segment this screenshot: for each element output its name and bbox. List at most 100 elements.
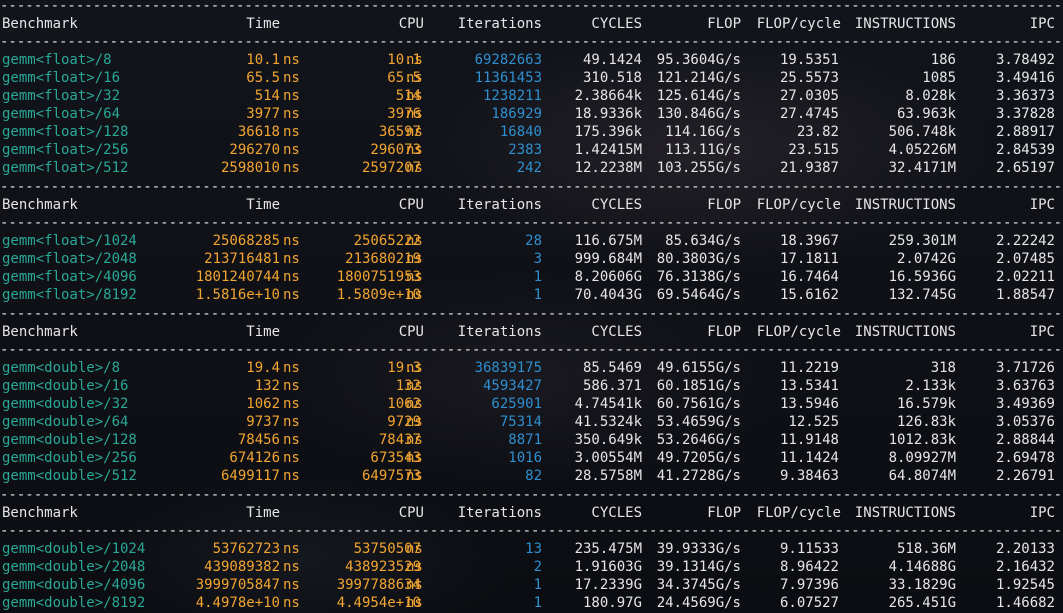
flop-per-cycle-value: 11.2219 (779, 360, 839, 376)
header-benchmark: Benchmark (2, 197, 78, 213)
iterations-value: 4593427 (482, 378, 542, 394)
benchmark-name: gemm<double>/8192 (2, 595, 146, 611)
instructions-value: 186 (930, 52, 956, 68)
benchmark-name: gemm<float>/512 (2, 160, 129, 176)
benchmark-row: gemm<double>/512 6499117 ns 6497573 ns 82 28.5… (0, 467, 1063, 485)
separator-line: ----------------------------------------… (0, 487, 1063, 503)
iterations-value: 3 (533, 251, 542, 267)
benchmark-name: gemm<double>/512 (2, 468, 137, 484)
cpu-unit: ns (406, 378, 423, 394)
flop-value: 113.11G/s (665, 142, 741, 158)
benchmark-name: gemm<double>/1024 (2, 541, 146, 557)
header-time: Time (246, 16, 280, 32)
header-ipc: IPC (1029, 16, 1055, 32)
separator-line: ----------------------------------------… (0, 34, 1063, 50)
instructions-value: 63.963k (896, 106, 956, 122)
flop-per-cycle-value: 8.96422 (779, 559, 839, 575)
cycles-value: 2.38664k (574, 88, 642, 104)
flop-per-cycle-value: 11.9148 (779, 432, 839, 448)
instructions-value: 16.579k (896, 396, 956, 412)
flop-value: 49.7205G/s (656, 450, 741, 466)
time-unit: ns (283, 70, 300, 86)
benchmark-row: gemm<double>/32 1062 ns 1062 ns 625901 4.74541… (0, 395, 1063, 413)
iterations-value: 1016 (508, 450, 542, 466)
time-unit: ns (283, 52, 300, 68)
cycles-value: 1.42415M (574, 142, 642, 158)
flop-per-cycle-value: 17.1811 (779, 251, 839, 267)
cycles-value: 41.5324k (574, 414, 642, 430)
time-unit: ns (283, 233, 300, 249)
flop-value: 114.16G/s (665, 124, 741, 140)
benchmark-name: gemm<double>/16 (2, 378, 129, 394)
benchmark-row: gemm<float>/4096 1801240744 ns 1800751953 ns… (0, 268, 1063, 286)
instructions-value: 8.028k (905, 88, 956, 104)
cycles-value: 116.675M (574, 233, 642, 249)
flop-value: 34.3745G/s (656, 577, 741, 593)
header-benchmark: Benchmark (2, 324, 78, 340)
cycles-value: 999.684M (574, 251, 642, 267)
ipc-value: 3.71726 (995, 360, 1055, 376)
instructions-value: 64.8074M (888, 468, 956, 484)
header-flop: FLOP (707, 197, 741, 213)
time-unit: ns (283, 269, 300, 285)
cycles-value: 350.649k (574, 432, 642, 448)
instructions-value: 506.748k (888, 124, 956, 140)
flop-per-cycle-value: 9.38463 (779, 468, 839, 484)
time-unit: ns (283, 251, 300, 267)
cycles-value: 586.371 (582, 378, 642, 394)
ipc-value: 1.46682 (995, 595, 1055, 611)
benchmark-row: gemm<double>/16 132 ns 132 ns 4593427 586.371 6… (0, 377, 1063, 395)
flop-value: 121.214G/s (656, 70, 741, 86)
flop-per-cycle-value: 9.11533 (779, 541, 839, 557)
benchmark-row: gemm<float>/1024 25068285 ns 25065222 ns 28 11… (0, 232, 1063, 250)
header-time: Time (246, 324, 280, 340)
ipc-value: 3.36373 (995, 88, 1055, 104)
header-row: Benchmark Time CPU Iterations CYCLES FLOP FLOP… (0, 196, 1063, 214)
header-cpu: CPU (398, 324, 424, 340)
instructions-value: 4.05226M (888, 142, 956, 158)
time-unit: ns (283, 396, 300, 412)
benchmark-name: gemm<float>/128 (2, 124, 129, 140)
header-flop-per-cycle: FLOP/cycle (756, 197, 841, 213)
instructions-value: 2.0742G (896, 251, 956, 267)
header-cycles: CYCLES (591, 505, 642, 521)
cycles-value: 1.91603G (574, 559, 642, 575)
time-value: 514 (254, 88, 280, 104)
header-cycles: CYCLES (591, 16, 642, 32)
instructions-value: 1012.83k (888, 432, 956, 448)
time-unit: ns (283, 142, 300, 158)
ipc-value: 1.92545 (995, 577, 1055, 593)
cpu-unit: ns (406, 541, 423, 557)
instructions-value: 126.83k (896, 414, 956, 430)
flop-value: 60.1851G/s (656, 378, 741, 394)
time-value: 10.1 (246, 52, 280, 68)
benchmark-row: gemm<double>/2048 439089382 ns 438923529 ns 2… (0, 558, 1063, 576)
cycles-value: 175.396k (574, 124, 642, 140)
cpu-unit: ns (406, 450, 423, 466)
time-value: 53762723 (212, 541, 280, 557)
separator-line: ----------------------------------------… (0, 215, 1063, 231)
time-value: 36618 (237, 124, 280, 140)
benchmark-name: gemm<double>/128 (2, 432, 137, 448)
iterations-value: 36839175 (474, 360, 542, 376)
flop-value: 103.255G/s (656, 160, 741, 176)
benchmark-name: gemm<float>/32 (2, 88, 121, 104)
flop-per-cycle-value: 7.97396 (779, 577, 839, 593)
time-unit: ns (283, 468, 300, 484)
time-value: 3999705847 (195, 577, 280, 593)
cpu-unit: ns (406, 287, 423, 303)
ipc-value: 3.49369 (995, 396, 1055, 412)
cycles-value: 180.97G (582, 595, 642, 611)
flop-value: 76.3138G/s (656, 269, 741, 285)
cycles-value: 3.00554M (574, 450, 642, 466)
instructions-value: 32.4171M (888, 160, 956, 176)
time-value: 65.5 (246, 70, 280, 86)
ipc-value: 2.88844 (995, 432, 1055, 448)
header-instructions: INSTRUCTIONS (854, 324, 956, 340)
header-cpu: CPU (398, 197, 424, 213)
iterations-value: 625901 (491, 396, 542, 412)
ipc-value: 2.16432 (995, 559, 1055, 575)
terminal-window[interactable]: ----------------------------------------… (0, 0, 1063, 613)
cpu-unit: ns (406, 124, 423, 140)
header-benchmark: Benchmark (2, 16, 78, 32)
